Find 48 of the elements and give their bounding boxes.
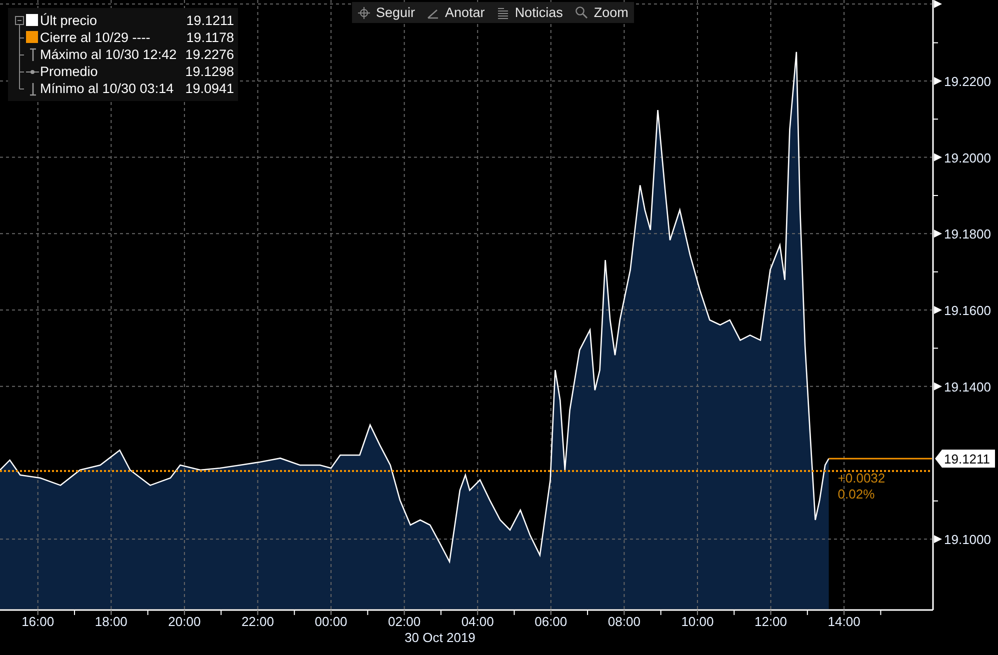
legend-label: Promedio: [40, 63, 99, 80]
x-tick-label: 16:00: [22, 614, 54, 629]
toolbar-button[interactable]: Noticias: [490, 2, 569, 23]
y-tick-label: 19.1000: [944, 532, 991, 548]
x-tick-label: 08:00: [608, 614, 640, 629]
search-icon: [574, 6, 588, 19]
y-tick-label: 19.1800: [944, 226, 991, 242]
tick-marker-icon: [934, 153, 942, 162]
x-tick-label: 18:00: [94, 614, 128, 629]
x-tick-label: 04:00: [461, 614, 494, 629]
legend-value: 19.1211: [186, 12, 234, 29]
date-label: 30 Oct 2019: [404, 630, 476, 645]
crosshair-icon: [358, 6, 370, 18]
y-tick-label: 19.1600: [944, 303, 991, 318]
toolbar-button[interactable]: Zoom: [568, 2, 634, 23]
change-percent: 0.02%: [838, 486, 875, 502]
tick-marker-icon: [934, 382, 942, 390]
y-tick-label: 19.2200: [944, 74, 991, 89]
tick-marker-icon: [934, 0, 942, 8]
tick-marker-icon: [934, 535, 942, 544]
tick-marker-icon: [934, 76, 942, 85]
toolbar-button[interactable]: Seguir: [352, 2, 422, 23]
y-tick-label: 19.2000: [944, 150, 991, 166]
legend-value: 19.1298: [185, 63, 234, 80]
x-tick-label: 06:00: [534, 614, 568, 629]
pencil-icon: [427, 6, 440, 18]
change-value: +0.0032: [838, 470, 886, 486]
x-tick-label: 14:00: [828, 614, 860, 629]
toolbar-button[interactable]: Anotar: [421, 2, 491, 23]
legend-label: Máximo al 10/30 12:42: [40, 46, 178, 63]
y-tick-label: 19.1400: [944, 379, 991, 394]
legend-label: Cierre al 10/29 ----: [40, 29, 152, 46]
legend-label: Mínimo al 10/30 03:14: [40, 80, 175, 97]
legend-value: 19.1178: [186, 29, 234, 46]
x-tick-label: 22:00: [241, 614, 274, 629]
x-tick-label: 10:00: [681, 614, 714, 629]
x-tick-label: 02:00: [388, 614, 421, 629]
x-tick-label: 00:00: [314, 614, 348, 629]
legend-value: 19.2276: [185, 46, 234, 63]
news-icon: [496, 6, 509, 18]
x-tick-label: 12:00: [754, 614, 788, 629]
tick-marker-icon: [934, 306, 942, 314]
last-price-legend-icon: [14, 12, 40, 29]
last-price-tag: 19.1211: [935, 450, 995, 468]
tick-marker-icon: [934, 230, 942, 238]
x-tick-label: 20:00: [168, 614, 201, 629]
legend-label: Últ precio: [40, 12, 98, 29]
legend-value: 19.0941: [185, 80, 234, 97]
